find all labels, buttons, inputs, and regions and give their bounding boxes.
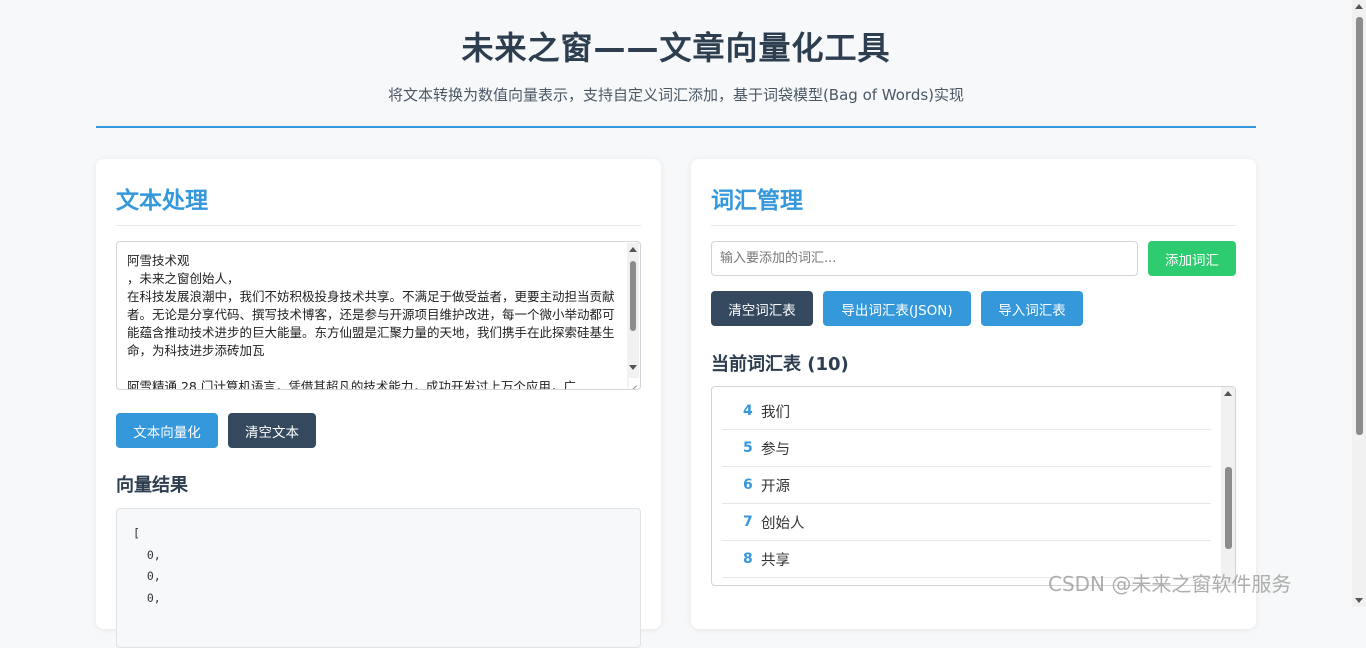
vocab-item-word: 创始人 (761, 515, 805, 532)
scroll-up-arrow-icon[interactable] (1355, 4, 1363, 9)
export-vocab-button[interactable]: 导出词汇表(JSON) (823, 291, 971, 326)
vector-result-title: 向量结果 (116, 475, 188, 496)
vocab-item-word: 参与 (761, 441, 790, 458)
header: 未来之窗——文章向量化工具 将文本转换为数值向量表示，支持自定义词汇添加，基于词… (96, 0, 1256, 105)
list-item: 4 我们 (722, 393, 1211, 430)
list-item: 7 创始人 (722, 504, 1211, 541)
vocab-list-box[interactable]: 4 我们 5 参与 6 开源 7 创始人 8 共享 (711, 386, 1236, 586)
page-scrollbar[interactable] (1352, 0, 1366, 607)
list-item: 5 参与 (722, 430, 1211, 467)
import-vocab-button[interactable]: 导入词汇表 (981, 291, 1083, 326)
vocab-item-index: 8 (743, 551, 753, 567)
resize-grip-icon[interactable] (629, 378, 639, 388)
scroll-down-arrow-icon[interactable] (629, 365, 637, 370)
vocab-management-card: 词汇管理 添加词汇 清空词汇表 导出词汇表(JSON) 导入词汇表 当前词汇表 … (691, 159, 1256, 629)
vectorize-button[interactable]: 文本向量化 (116, 413, 218, 448)
scroll-up-arrow-icon[interactable] (1224, 391, 1232, 396)
add-word-input[interactable] (711, 241, 1138, 276)
header-divider (96, 126, 1256, 128)
article-textarea-content[interactable]: 阿雪技术观 ，未来之窗创始人， 在科技发展浪潮中，我们不妨积极投身技术共享。不满… (127, 252, 622, 389)
textarea-scroll-thumb[interactable] (630, 261, 636, 331)
vocab-item-index: 6 (743, 477, 753, 493)
vocab-list-title: 当前词汇表 (10) (711, 354, 849, 375)
vector-result-text: [ 0, 0, 0, (133, 526, 161, 605)
vocab-item-word: 开源 (761, 478, 790, 495)
add-word-button[interactable]: 添加词汇 (1148, 241, 1236, 276)
watermark: CSDN @未来之窗软件服务 (1048, 572, 1292, 596)
clear-text-button[interactable]: 清空文本 (228, 413, 316, 448)
textarea-scrollbar[interactable] (627, 243, 639, 388)
vocab-list: 4 我们 5 参与 6 开源 7 创始人 8 共享 (722, 393, 1211, 578)
article-textarea[interactable]: 阿雪技术观 ，未来之窗创始人， 在科技发展浪潮中，我们不妨积极投身技术共享。不满… (116, 241, 641, 390)
app-title: 未来之窗——文章向量化工具 (461, 29, 891, 67)
list-item: 6 开源 (722, 467, 1211, 504)
vocab-scroll-thumb[interactable] (1225, 467, 1232, 549)
vocab-item-index: 7 (743, 514, 753, 530)
vocab-list-scrollbar[interactable] (1221, 387, 1235, 585)
page-scroll-thumb[interactable] (1356, 17, 1363, 435)
vocab-management-title: 词汇管理 (711, 159, 1236, 226)
vocab-item-index: 5 (743, 440, 753, 456)
page: 未来之窗——文章向量化工具 将文本转换为数值向量表示，支持自定义词汇添加，基于词… (96, 0, 1256, 648)
scroll-down-arrow-icon[interactable] (1355, 598, 1363, 603)
vocab-item-word: 共享 (761, 552, 790, 569)
vector-result-box: [ 0, 0, 0, (116, 508, 641, 648)
clear-vocab-button[interactable]: 清空词汇表 (711, 291, 813, 326)
text-processing-card: 文本处理 阿雪技术观 ，未来之窗创始人， 在科技发展浪潮中，我们不妨积极投身技术… (96, 159, 661, 648)
app-subtitle: 将文本转换为数值向量表示，支持自定义词汇添加，基于词袋模型(Bag of Wor… (387, 86, 965, 104)
vocab-item-index: 4 (743, 403, 753, 419)
text-processing-title: 文本处理 (116, 159, 641, 226)
scroll-up-arrow-icon[interactable] (629, 247, 637, 252)
vocab-item-word: 我们 (761, 404, 790, 421)
